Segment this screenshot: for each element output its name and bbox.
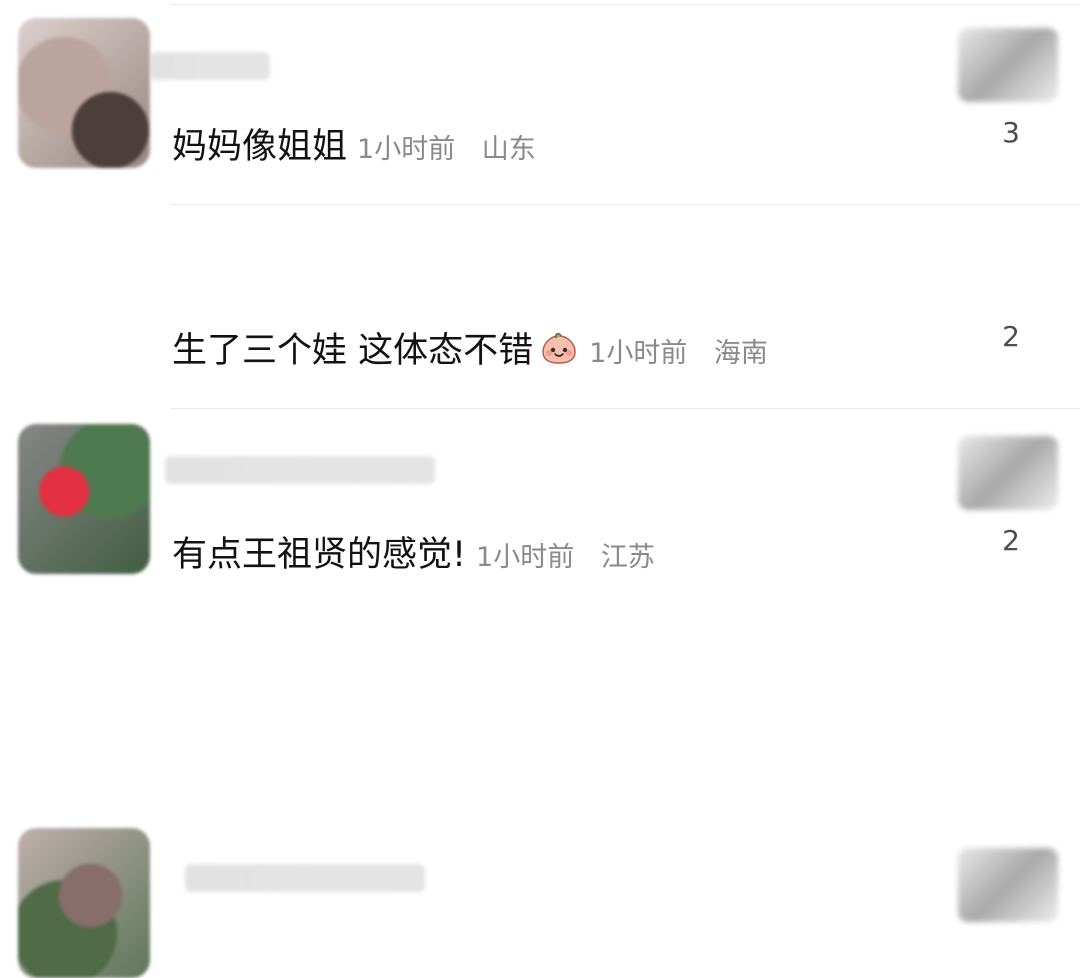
like-count: 2 <box>1002 320 1020 353</box>
comment-text: 生了三个娃 这体态不错 <box>172 331 534 371</box>
comment-item[interactable]: 有点王祖贤的感觉! 1小时前 江苏 2 <box>0 408 1080 978</box>
avatar[interactable] <box>18 18 150 168</box>
comment-line: 妈妈像姐姐 1小时前 山东 <box>172 118 536 169</box>
comment-location: 山东 <box>481 134 536 165</box>
comment-list: 妈妈像姐姐 1小时前 山东 3 生了三个娃 这体态不错 1小时前 海南 2 有点… <box>0 0 1080 978</box>
comment-text: 妈妈像姐姐 <box>172 127 348 167</box>
comment-location: 海南 <box>713 338 768 369</box>
comment-item[interactable]: 生了三个娃 这体态不错 1小时前 海南 2 <box>0 204 1080 574</box>
like-count: 2 <box>1002 524 1020 557</box>
comment-location: 江苏 <box>600 542 655 573</box>
comment-line: 生了三个娃 这体态不错 1小时前 海南 <box>172 322 768 373</box>
comment-meta: 1小时前 山东 <box>357 127 536 166</box>
username[interactable] <box>185 864 425 892</box>
comment-time: 1小时前 <box>357 134 456 165</box>
comment-item[interactable]: 妈妈像姐姐 1小时前 山东 3 <box>0 0 1080 204</box>
avatar[interactable] <box>18 828 150 978</box>
username[interactable] <box>150 52 270 80</box>
comment-time: 1小时前 <box>589 338 688 369</box>
comment-time: 1小时前 <box>476 542 575 573</box>
like-icon[interactable] <box>958 848 1058 922</box>
smiling-peach-face-icon <box>539 332 579 366</box>
like-count: 3 <box>1002 116 1020 149</box>
like-icon[interactable] <box>958 28 1058 102</box>
comment-meta: 1小时前 海南 <box>589 331 768 370</box>
comment-line: 有点王祖贤的感觉! 1小时前 江苏 <box>172 526 655 577</box>
comment-meta: 1小时前 江苏 <box>476 535 655 574</box>
comment-text: 有点王祖贤的感觉! <box>172 535 467 575</box>
